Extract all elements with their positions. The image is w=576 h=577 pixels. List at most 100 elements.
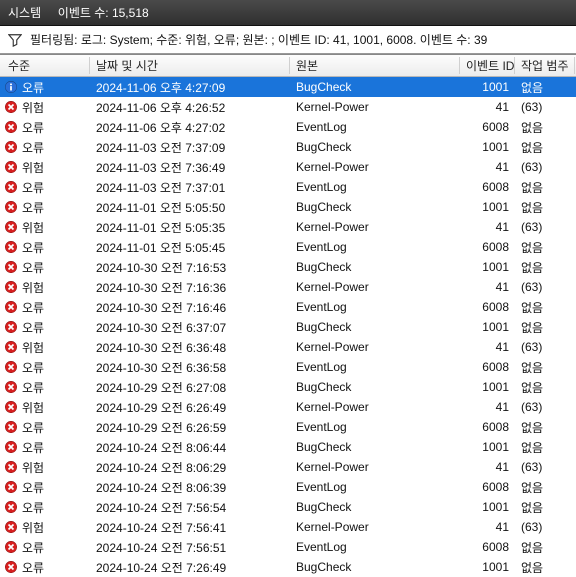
- cell-task: (63): [515, 460, 575, 474]
- cell-task: 없음: [515, 299, 575, 316]
- table-row[interactable]: 오류2024-10-30 오전 6:36:58EventLog6008없음: [0, 357, 576, 377]
- cell-task: 없음: [515, 499, 575, 516]
- cell-date: 2024-11-01 오전 5:05:50: [90, 199, 290, 216]
- level-text: 오류: [22, 499, 44, 516]
- table-row[interactable]: 오류2024-10-24 오전 7:56:54BugCheck1001없음: [0, 497, 576, 517]
- table-row[interactable]: 위험2024-10-30 오전 7:16:36Kernel-Power41(63…: [0, 277, 576, 297]
- cell-source: Kernel-Power: [290, 280, 460, 294]
- level-text: 위험: [22, 459, 44, 476]
- table-row[interactable]: 위험2024-10-24 오전 8:06:29Kernel-Power41(63…: [0, 457, 576, 477]
- cell-event-id: 1001: [460, 500, 515, 514]
- system-label: 시스템: [8, 6, 41, 20]
- cell-level: 위험: [0, 339, 90, 356]
- table-row[interactable]: 오류2024-10-24 오전 7:26:49BugCheck1001없음: [0, 557, 576, 577]
- cell-date: 2024-10-30 오전 6:36:58: [90, 359, 290, 376]
- level-text: 오류: [22, 179, 44, 196]
- table-row[interactable]: 위험2024-10-30 오전 6:36:48Kernel-Power41(63…: [0, 337, 576, 357]
- cell-event-id: 41: [460, 460, 515, 474]
- cell-event-id: 41: [460, 220, 515, 234]
- table-row[interactable]: 오류2024-11-06 오후 4:27:09BugCheck1001없음: [0, 77, 576, 97]
- critical-icon: [4, 280, 18, 294]
- cell-source: EventLog: [290, 420, 460, 434]
- error-icon: [4, 500, 18, 514]
- cell-source: BugCheck: [290, 260, 460, 274]
- cell-source: Kernel-Power: [290, 520, 460, 534]
- cell-level: 오류: [0, 239, 90, 256]
- cell-level: 오류: [0, 379, 90, 396]
- cell-event-id: 6008: [460, 300, 515, 314]
- cell-event-id: 6008: [460, 540, 515, 554]
- cell-task: 없음: [515, 139, 575, 156]
- table-row[interactable]: 오류2024-10-24 오전 8:06:39EventLog6008없음: [0, 477, 576, 497]
- cell-event-id: 41: [460, 280, 515, 294]
- level-text: 오류: [22, 359, 44, 376]
- table-row[interactable]: 오류2024-10-30 오전 7:16:46EventLog6008없음: [0, 297, 576, 317]
- cell-task: 없음: [515, 79, 575, 96]
- col-header-source[interactable]: 원본: [290, 57, 460, 74]
- table-row[interactable]: 오류2024-10-29 오전 6:26:59EventLog6008없음: [0, 417, 576, 437]
- cell-source: EventLog: [290, 180, 460, 194]
- cell-date: 2024-10-24 오전 8:06:44: [90, 439, 290, 456]
- level-text: 위험: [22, 279, 44, 296]
- cell-source: BugCheck: [290, 560, 460, 574]
- cell-task: 없음: [515, 119, 575, 136]
- cell-event-id: 6008: [460, 180, 515, 194]
- cell-event-id: 6008: [460, 360, 515, 374]
- critical-icon: [4, 220, 18, 234]
- table-row[interactable]: 오류2024-10-24 오전 7:56:51EventLog6008없음: [0, 537, 576, 557]
- title-bar: 시스템 이벤트 수: 15,518: [0, 0, 576, 26]
- table-row[interactable]: 오류2024-11-01 오전 5:05:50BugCheck1001없음: [0, 197, 576, 217]
- cell-source: Kernel-Power: [290, 160, 460, 174]
- cell-level: 오류: [0, 259, 90, 276]
- cell-task: 없음: [515, 379, 575, 396]
- col-header-level[interactable]: 수준: [0, 57, 90, 74]
- cell-task: (63): [515, 400, 575, 414]
- table-row[interactable]: 위험2024-11-03 오전 7:36:49Kernel-Power41(63…: [0, 157, 576, 177]
- cell-event-id: 1001: [460, 560, 515, 574]
- table-row[interactable]: 위험2024-10-24 오전 7:56:41Kernel-Power41(63…: [0, 517, 576, 537]
- table-row[interactable]: 오류2024-11-01 오전 5:05:45EventLog6008없음: [0, 237, 576, 257]
- level-text: 오류: [22, 139, 44, 156]
- cell-level: 오류: [0, 439, 90, 456]
- table-row[interactable]: 오류2024-10-24 오전 8:06:44BugCheck1001없음: [0, 437, 576, 457]
- cell-date: 2024-10-24 오전 7:56:41: [90, 519, 290, 536]
- table-row[interactable]: 오류2024-10-29 오전 6:27:08BugCheck1001없음: [0, 377, 576, 397]
- col-header-date[interactable]: 날짜 및 시간: [90, 57, 290, 74]
- level-text: 오류: [22, 559, 44, 576]
- cell-source: EventLog: [290, 240, 460, 254]
- cell-date: 2024-10-24 오전 8:06:29: [90, 459, 290, 476]
- table-row[interactable]: 오류2024-10-30 오전 6:37:07BugCheck1001없음: [0, 317, 576, 337]
- cell-date: 2024-10-30 오전 7:16:46: [90, 299, 290, 316]
- cell-event-id: 1001: [460, 140, 515, 154]
- table-row[interactable]: 오류2024-11-03 오전 7:37:09BugCheck1001없음: [0, 137, 576, 157]
- level-text: 오류: [22, 539, 44, 556]
- cell-date: 2024-10-29 오전 6:27:08: [90, 379, 290, 396]
- cell-source: BugCheck: [290, 200, 460, 214]
- error-icon: [4, 140, 18, 154]
- cell-task: 없음: [515, 179, 575, 196]
- cell-date: 2024-10-24 오전 8:06:39: [90, 479, 290, 496]
- table-row[interactable]: 위험2024-11-06 오후 4:26:52Kernel-Power41(63…: [0, 97, 576, 117]
- col-header-task[interactable]: 작업 범주: [515, 57, 575, 74]
- cell-level: 위험: [0, 99, 90, 116]
- level-text: 위험: [22, 399, 44, 416]
- cell-source: EventLog: [290, 120, 460, 134]
- error-icon: [4, 240, 18, 254]
- table-row[interactable]: 위험2024-10-29 오전 6:26:49Kernel-Power41(63…: [0, 397, 576, 417]
- cell-task: 없음: [515, 539, 575, 556]
- table-row[interactable]: 오류2024-11-03 오전 7:37:01EventLog6008없음: [0, 177, 576, 197]
- cell-level: 위험: [0, 219, 90, 236]
- cell-date: 2024-11-03 오전 7:37:09: [90, 139, 290, 156]
- cell-task: 없음: [515, 559, 575, 576]
- cell-date: 2024-10-29 오전 6:26:49: [90, 399, 290, 416]
- table-row[interactable]: 오류2024-10-30 오전 7:16:53BugCheck1001없음: [0, 257, 576, 277]
- level-text: 위험: [22, 159, 44, 176]
- col-header-id[interactable]: 이벤트 ID: [460, 57, 515, 74]
- error-icon: [4, 300, 18, 314]
- level-text: 위험: [22, 519, 44, 536]
- cell-level: 오류: [0, 419, 90, 436]
- table-row[interactable]: 위험2024-11-01 오전 5:05:35Kernel-Power41(63…: [0, 217, 576, 237]
- cell-event-id: 41: [460, 340, 515, 354]
- table-row[interactable]: 오류2024-11-06 오후 4:27:02EventLog6008없음: [0, 117, 576, 137]
- critical-icon: [4, 520, 18, 534]
